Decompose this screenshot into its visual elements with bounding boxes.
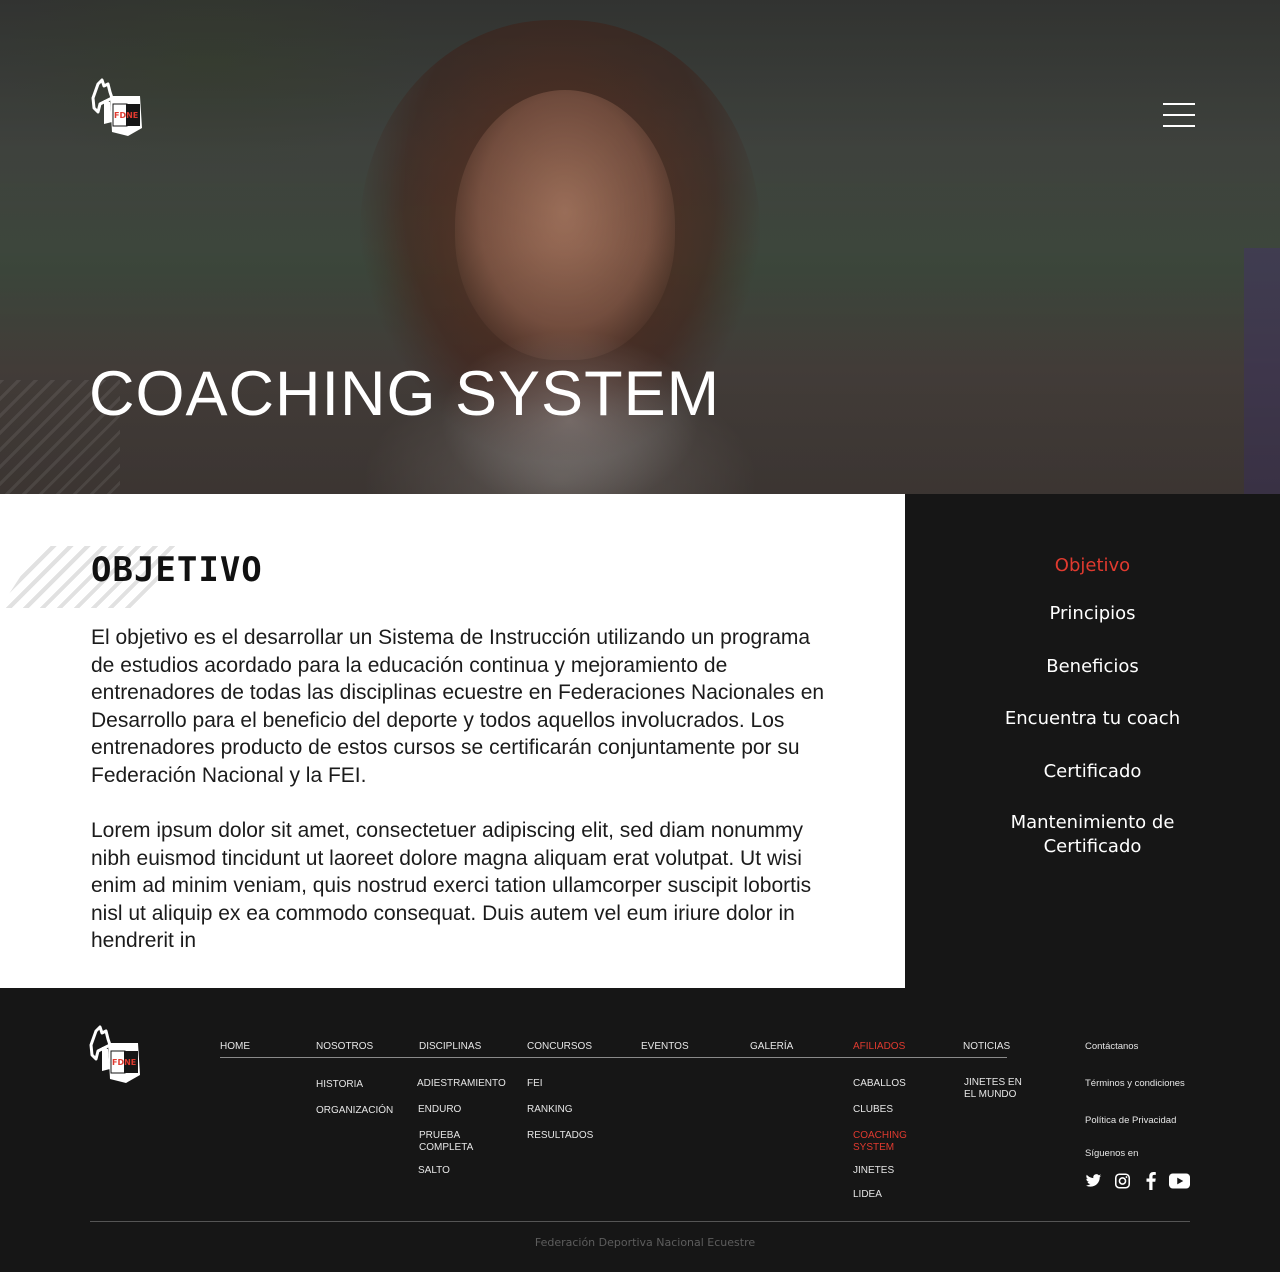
- footer-logo[interactable]: FDNE: [88, 1025, 142, 1085]
- footer-sub-caballos[interactable]: CABALLOS: [853, 1078, 906, 1090]
- menu-bar: [1163, 125, 1195, 127]
- lorem-paragraph: Lorem ipsum dolor sit amet, consectetuer…: [91, 819, 812, 953]
- facebook-icon[interactable]: [1145, 1172, 1157, 1190]
- menu-bar: [1163, 103, 1195, 105]
- page-title: COACHING SYSTEM: [89, 359, 721, 429]
- sidenav-item-objetivo[interactable]: Objetivo: [905, 554, 1280, 578]
- instagram-icon[interactable]: [1114, 1172, 1131, 1190]
- footer-nav-disciplinas[interactable]: DISCIPLINAS: [419, 1041, 481, 1052]
- hero-banner: FDNE COACHING SYSTEM: [0, 0, 1280, 494]
- svg-text:FDNE: FDNE: [114, 111, 138, 120]
- section-nav: Objetivo Principios Beneficios Encuentra…: [905, 494, 1280, 988]
- footer-nav-eventos[interactable]: EVENTOS: [641, 1041, 689, 1052]
- footer-sub-historia[interactable]: HISTORIA: [316, 1079, 363, 1091]
- objective-paragraph: El objetivo es el desarrollar un Sistema…: [91, 626, 825, 787]
- footer-sub-adiestramiento[interactable]: ADIESTRAMIENTO: [417, 1078, 506, 1090]
- footer-nav-galeria[interactable]: GALERÍA: [750, 1041, 793, 1052]
- main-content: OBJETIVO El objetivo es el desarrollar u…: [0, 494, 905, 988]
- footer-sub-clubes[interactable]: CLUBES: [853, 1104, 893, 1116]
- footer-nav-divider: [220, 1057, 1007, 1058]
- sidenav-item-principios[interactable]: Principios: [905, 602, 1280, 626]
- footer-sub-salto[interactable]: SALTO: [418, 1165, 450, 1177]
- footer-link-terms[interactable]: Términos y condiciones: [1085, 1078, 1185, 1089]
- footer-sub-prueba-completa[interactable]: PRUEBA COMPLETA: [419, 1130, 489, 1154]
- footer-nav-noticias[interactable]: NOTICIAS: [963, 1041, 1010, 1052]
- footer-sub-coaching-system[interactable]: COACHING SYSTEM: [853, 1130, 915, 1154]
- footer-divider: [90, 1221, 1190, 1222]
- footer-link-privacy[interactable]: Política de Privacidad: [1085, 1115, 1176, 1126]
- footer-sub-fei[interactable]: FEI: [527, 1078, 543, 1090]
- footer-nav-concursos[interactable]: CONCURSOS: [527, 1041, 592, 1052]
- footer-follow-label: Síguenos en: [1085, 1148, 1139, 1159]
- sidenav-item-encuentra-coach[interactable]: Encuentra tu coach: [905, 707, 1280, 731]
- footer-sub-ranking[interactable]: RANKING: [527, 1104, 573, 1116]
- footer-link-contact[interactable]: Contáctanos: [1085, 1041, 1138, 1052]
- copyright-text: Federación Deportiva Nacional Ecuestre: [534, 1236, 756, 1249]
- horse-logo-icon: FDNE: [91, 78, 142, 136]
- footer-nav-home[interactable]: HOME: [220, 1041, 250, 1052]
- horse-logo-icon: FDNE: [89, 1025, 140, 1083]
- twitter-icon[interactable]: [1085, 1172, 1102, 1190]
- footer-sub-jinetes-en-el-mundo[interactable]: JINETES EN EL MUNDO: [964, 1077, 1030, 1101]
- footer-sub-organizacion[interactable]: ORGANIZACIÓN: [316, 1105, 393, 1117]
- hamburger-menu-icon[interactable]: [1163, 103, 1195, 129]
- svg-text:FDNE: FDNE: [112, 1058, 136, 1067]
- footer-nav-nosotros[interactable]: NOSOTROS: [316, 1041, 373, 1052]
- youtube-icon[interactable]: [1169, 1172, 1190, 1190]
- footer-sub-enduro[interactable]: ENDURO: [418, 1104, 461, 1116]
- sidenav-item-mantenimiento[interactable]: Mantenimiento de Certificado: [905, 811, 1280, 859]
- footer-sub-resultados[interactable]: RESULTADOS: [527, 1130, 593, 1142]
- footer-sub-jinetes[interactable]: JINETES: [853, 1165, 894, 1177]
- menu-bar: [1163, 114, 1195, 116]
- footer-sub-lidea[interactable]: LIDEA: [853, 1189, 882, 1201]
- section-title: OBJETIVO: [91, 550, 263, 590]
- footer: FDNE HOME NOSOTROS DISCIPLINAS CONCURSOS…: [0, 988, 1280, 1272]
- footer-nav-afiliados[interactable]: AFILIADOS: [853, 1041, 905, 1052]
- fdne-logo[interactable]: FDNE: [90, 78, 144, 138]
- sidenav-item-beneficios[interactable]: Beneficios: [905, 655, 1280, 679]
- sidenav-item-certificado[interactable]: Certificado: [905, 760, 1280, 784]
